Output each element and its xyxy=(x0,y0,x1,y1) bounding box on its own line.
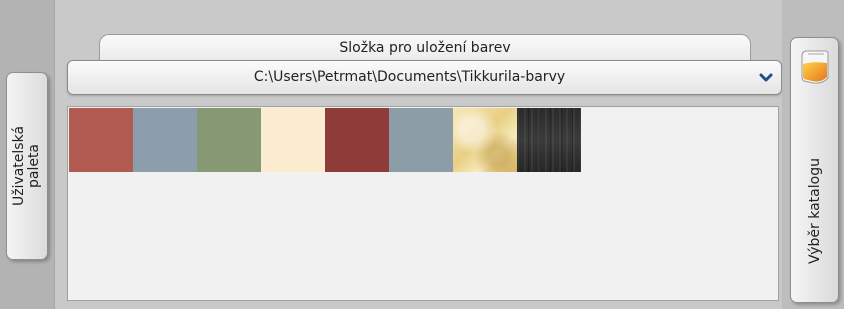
folder-path-dropdown[interactable]: C:\Users\Petrmat\Documents\Tikkurila-bar… xyxy=(67,60,782,95)
color-swatch[interactable] xyxy=(389,108,453,172)
tab-user-palette[interactable]: Uživatelská paleta xyxy=(6,72,48,260)
swatch-list xyxy=(69,108,581,172)
texture-swatch[interactable] xyxy=(453,108,517,172)
tab-user-palette-label-line1: Uživatelská xyxy=(11,125,27,207)
tab-catalog-selection-label: Výběr katalogu xyxy=(806,158,823,264)
tab-user-palette-label-line2: paleta xyxy=(26,143,42,189)
folder-path-value: C:\Users\Petrmat\Documents\Tikkurila-bar… xyxy=(253,69,566,85)
color-swatch[interactable] xyxy=(261,108,325,172)
texture-swatch[interactable] xyxy=(517,108,581,172)
user-palette-area xyxy=(67,106,779,301)
paint-catalog-icon xyxy=(799,48,831,88)
tab-catalog-selection[interactable]: Výběr katalogu xyxy=(790,37,839,303)
color-swatch[interactable] xyxy=(133,108,197,172)
folder-section-label: Složka pro uložení barev xyxy=(339,40,511,56)
tab-user-palette-label: Uživatelská paleta xyxy=(11,125,42,207)
color-swatch[interactable] xyxy=(197,108,261,172)
chevron-down-icon[interactable] xyxy=(758,70,774,86)
color-swatch[interactable] xyxy=(69,108,133,172)
color-swatch[interactable] xyxy=(325,108,389,172)
